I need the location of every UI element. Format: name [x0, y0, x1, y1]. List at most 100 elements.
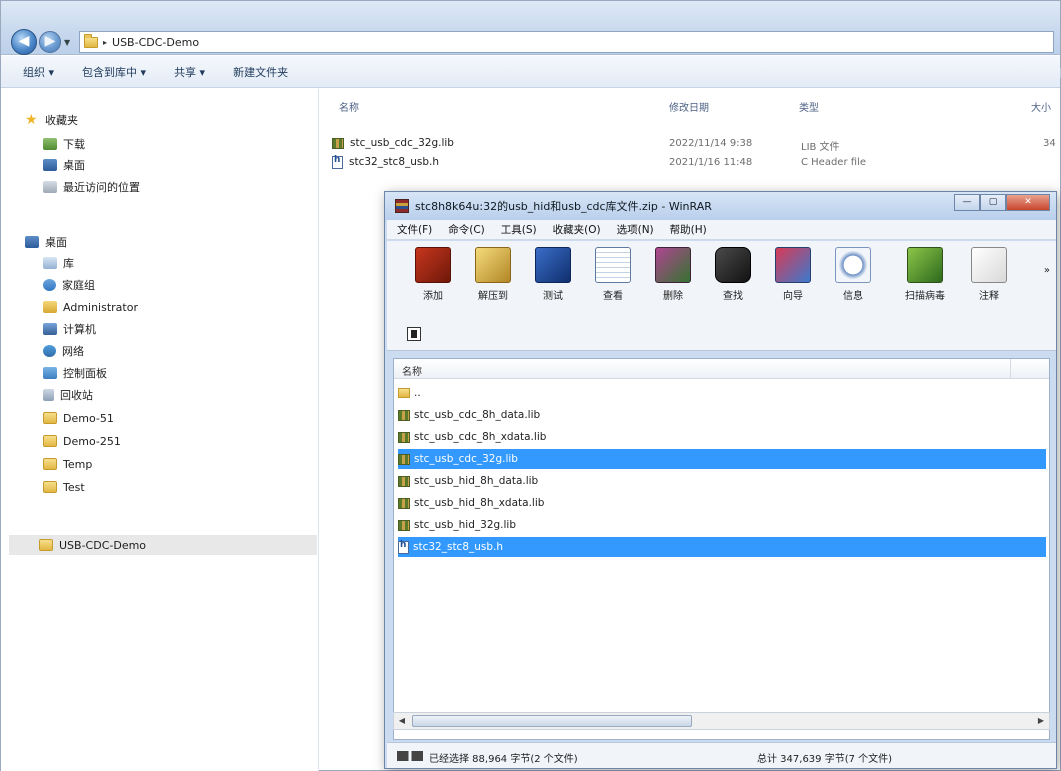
menu-commands[interactable]: 命令(C) [448, 222, 485, 237]
file-row[interactable]: stc32_stc8_usb.h [332, 153, 439, 171]
new-folder-button[interactable]: 新建文件夹 [233, 64, 288, 80]
toolbar-view-button[interactable]: 查看 [591, 247, 635, 302]
up-one-level-icon[interactable] [407, 327, 421, 341]
header-file-icon [332, 155, 343, 169]
organize-button[interactable]: 组织 ▾ [23, 64, 54, 80]
column-header-name[interactable]: 名称 [339, 99, 359, 114]
nav-recycle-bin[interactable]: 回收站 [43, 385, 93, 405]
nav-computer[interactable]: 计算机 [43, 319, 96, 339]
network-icon [43, 345, 56, 357]
breadcrumb-arrow-icon[interactable]: ▸ [103, 38, 107, 47]
lib-file-icon [398, 409, 410, 421]
status-selected: 已经选择 88,964 字节(2 个文件) [429, 754, 578, 765]
list-item-parent[interactable]: .. [398, 383, 1046, 403]
toolbar-label: 删除 [663, 291, 683, 302]
nav-administrator[interactable]: Administrator [43, 297, 138, 317]
computer-icon [43, 323, 57, 335]
nav-label: 控制面板 [63, 367, 107, 380]
list-item-selected[interactable]: stc32_stc8_usb.h [398, 537, 1046, 557]
menu-help[interactable]: 帮助(H) [670, 222, 707, 237]
header-file-icon [398, 540, 409, 554]
nav-folder-test[interactable]: Test [43, 477, 85, 497]
menu-file[interactable]: 文件(F) [397, 222, 432, 237]
back-button[interactable]: ◀ [11, 29, 37, 55]
nav-recent[interactable]: 最近访问的位置 [43, 177, 140, 197]
toolbar-overflow-button[interactable]: » [1044, 265, 1050, 276]
horizontal-scrollbar[interactable]: ◀ ▶ [393, 712, 1050, 730]
scrollbar-thumb[interactable] [412, 715, 692, 727]
minimize-button[interactable]: — [954, 194, 980, 211]
winrar-status-bar: 已经选择 88,964 字节(2 个文件) 总计 347,639 字节(7 个文… [387, 742, 1056, 768]
toolbar-delete-button[interactable]: 删除 [651, 247, 695, 302]
toolbar-wizard-button[interactable]: 向导 [771, 247, 815, 302]
nav-folder-temp[interactable]: Temp [43, 454, 92, 474]
menu-tools[interactable]: 工具(S) [501, 222, 537, 237]
toolbar-test-button[interactable]: 测试 [531, 247, 575, 302]
history-dropdown-icon[interactable]: ▼ [64, 38, 70, 47]
column-divider[interactable] [1010, 359, 1011, 379]
nav-label: 网络 [62, 345, 84, 358]
user-folder-icon [43, 301, 57, 313]
comment-icon [971, 247, 1007, 283]
toolbar-label: 测试 [543, 291, 563, 302]
nav-libraries[interactable]: 库 [43, 253, 74, 273]
list-item[interactable]: stc_usb_cdc_8h_data.lib [398, 405, 1046, 425]
parent-folder-icon [398, 388, 410, 398]
forward-button[interactable]: ▶ [39, 31, 61, 53]
column-header-date[interactable]: 修改日期 [669, 99, 709, 114]
winrar-file-list: 名称 .. stc_usb_cdc_8h_data.lib stc_usb_cd… [393, 358, 1050, 740]
toolbar-label: 查看 [603, 291, 623, 302]
scroll-left-icon[interactable]: ◀ [394, 713, 410, 729]
lib-file-icon [398, 475, 410, 487]
winrar-toolbar: 添加 解压到 测试 查看 删除 查找 向导 信息 扫描病毒 注释 » [387, 241, 1056, 351]
close-button[interactable]: ✕ [1006, 194, 1050, 211]
file-name: stc_usb_cdc_32g.lib [350, 137, 454, 149]
nav-folder-demo-251[interactable]: Demo-251 [43, 431, 121, 451]
drive-status-icon [397, 750, 423, 761]
nav-label: Administrator [63, 300, 138, 314]
address-bar[interactable]: ▸ USB-CDC-Demo [79, 31, 1061, 78]
include-in-library-button[interactable]: 包含到库中 ▾ [82, 64, 146, 80]
nav-control-panel[interactable]: 控制面板 [43, 363, 107, 383]
column-header-type[interactable]: 类型 [799, 99, 819, 114]
toolbar-virus-scan-button[interactable]: 扫描病毒 [895, 247, 955, 302]
folder-icon [43, 435, 57, 447]
list-item[interactable]: stc_usb_hid_8h_data.lib [398, 471, 1046, 491]
nav-desktop[interactable]: 桌面 [25, 232, 67, 252]
nav-folder-demo-51[interactable]: Demo-51 [43, 408, 114, 428]
share-button[interactable]: 共享 ▾ [174, 64, 205, 80]
maximize-button[interactable]: ▢ [980, 194, 1006, 211]
list-item[interactable]: stc_usb_cdc_8h_xdata.lib [398, 427, 1046, 447]
file-date: 2021/1/16 11:48 [669, 157, 753, 168]
file-row[interactable]: stc_usb_cdc_32g.lib [332, 134, 454, 152]
folder-icon [84, 33, 98, 48]
scroll-right-icon[interactable]: ▶ [1033, 713, 1049, 729]
breadcrumb-current[interactable]: USB-CDC-Demo [112, 36, 199, 49]
nav-folder-usb-cdc-demo[interactable]: USB-CDC-Demo [9, 535, 317, 555]
nav-label: Demo-251 [63, 434, 121, 448]
nav-network[interactable]: 网络 [43, 341, 84, 361]
column-header-size[interactable]: 大小 [1031, 99, 1051, 114]
nav-label: USB-CDC-Demo [59, 538, 147, 552]
list-column-name[interactable]: 名称 [402, 363, 422, 378]
winrar-menu-bar: 文件(F) 命令(C) 工具(S) 收藏夹(O) 选项(N) 帮助(H) [387, 220, 1056, 240]
toolbar-extract-button[interactable]: 解压到 [471, 247, 515, 302]
menu-favorites[interactable]: 收藏夹(O) [553, 222, 601, 237]
toolbar-comment-button[interactable]: 注释 [967, 247, 1011, 302]
nav-label: 桌面 [63, 159, 85, 172]
winrar-title-bar[interactable]: stc8h8k64u:32的usb_hid和usb_cdc库文件.zip - W… [385, 192, 1056, 220]
nav-favorites[interactable]: ★ 收藏夹 [25, 110, 78, 130]
nav-homegroup[interactable]: 家庭组 [43, 275, 95, 295]
view-icon [595, 247, 631, 283]
folder-icon [43, 481, 57, 493]
list-item-selected[interactable]: stc_usb_cdc_32g.lib [398, 449, 1046, 469]
list-item-name: stc_usb_cdc_8h_xdata.lib [414, 431, 547, 443]
toolbar-info-button[interactable]: 信息 [831, 247, 875, 302]
toolbar-add-button[interactable]: 添加 [411, 247, 455, 302]
list-item[interactable]: stc_usb_hid_32g.lib [398, 515, 1046, 535]
list-item[interactable]: stc_usb_hid_8h_xdata.lib [398, 493, 1046, 513]
nav-desktop-fav[interactable]: 桌面 [43, 155, 85, 175]
menu-options[interactable]: 选项(N) [617, 222, 654, 237]
nav-downloads[interactable]: 下载 [43, 134, 85, 154]
toolbar-find-button[interactable]: 查找 [711, 247, 755, 302]
